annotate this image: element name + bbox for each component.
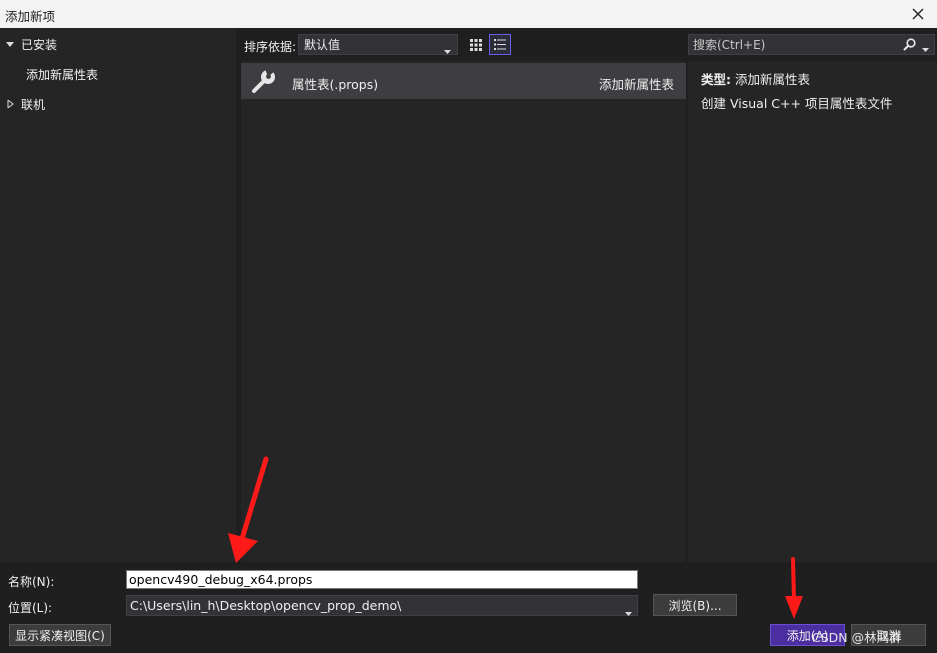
- caret-right-icon[interactable]: [3, 100, 17, 108]
- compact-view-button[interactable]: 显示紧凑视图(C): [9, 624, 111, 646]
- close-icon[interactable]: [907, 3, 929, 25]
- chevron-down-icon[interactable]: [922, 41, 929, 55]
- chevron-down-icon: [444, 43, 451, 57]
- watermark: CSDN @林鸿群: [812, 630, 902, 645]
- grid-view-icon[interactable]: [465, 34, 487, 55]
- list-view-icon[interactable]: [489, 34, 511, 55]
- location-dropdown[interactable]: C:\Users\lin_h\Desktop\opencv_prop_demo\: [126, 595, 638, 616]
- category-tree: 已安装 添加新属性表 联机: [0, 28, 236, 562]
- tree-item-label: 联机: [21, 97, 46, 112]
- tree-item-label: 添加新属性表: [26, 67, 99, 82]
- wrench-icon: [250, 66, 278, 97]
- detail-type: 类型: 添加新属性表: [701, 69, 810, 88]
- detail-type-label: 类型:: [701, 72, 731, 87]
- sort-label: 排序依据:: [244, 40, 297, 54]
- search-input[interactable]: [689, 36, 895, 53]
- detail-type-value: 添加新属性表: [734, 72, 810, 87]
- details-pane: 类型: 添加新属性表 创建 Visual C++ 项目属性表文件: [688, 61, 937, 562]
- template-name: 属性表(.props): [292, 77, 379, 92]
- tree-item-installed[interactable]: 已安装: [0, 32, 57, 56]
- sort-dropdown[interactable]: 默认值: [298, 34, 458, 55]
- title-bar: 添加新项: [0, 0, 937, 28]
- tree-item-add-property-sheet[interactable]: 添加新属性表: [26, 62, 98, 86]
- detail-description: 创建 Visual C++ 项目属性表文件: [701, 96, 893, 111]
- tree-item-label: 已安装: [21, 37, 58, 52]
- caret-down-icon[interactable]: [3, 40, 17, 48]
- search-box[interactable]: [688, 34, 935, 55]
- location-value: C:\Users\lin_h\Desktop\opencv_prop_demo\: [130, 598, 402, 613]
- template-list: 属性表(.props) 添加新属性表: [241, 61, 686, 562]
- location-label: 位置(L):: [8, 601, 53, 615]
- name-label: 名称(N):: [8, 575, 55, 589]
- chevron-down-icon: [625, 604, 632, 619]
- search-icon[interactable]: [903, 38, 916, 54]
- name-field[interactable]: [126, 570, 638, 589]
- browse-button[interactable]: 浏览(B)...: [653, 594, 737, 616]
- sort-value: 默认值: [304, 38, 341, 52]
- list-item[interactable]: 属性表(.props) 添加新属性表: [241, 63, 686, 99]
- tree-item-online[interactable]: 联机: [0, 92, 45, 116]
- window-title: 添加新项: [5, 9, 56, 24]
- template-category: 添加新属性表: [598, 77, 674, 92]
